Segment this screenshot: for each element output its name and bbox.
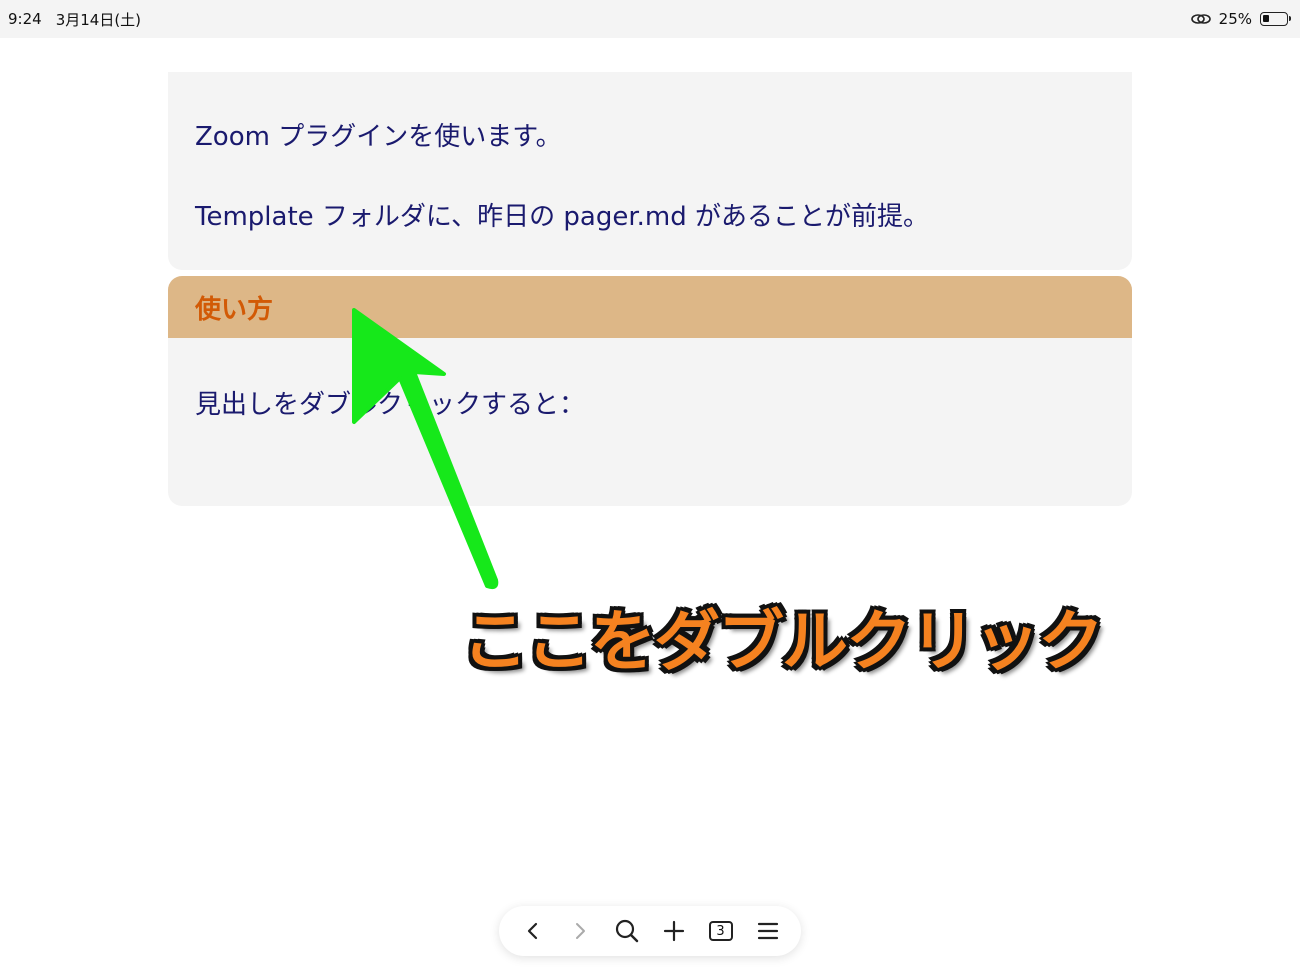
bottom-toolbar: 3: [499, 906, 801, 956]
intro-card: Zoom プラグインを使います。 Template フォルダに、昨日の page…: [168, 72, 1132, 270]
battery-icon: [1260, 12, 1291, 26]
status-left: 9:24 3月14日(土): [8, 9, 141, 30]
section-heading[interactable]: 使い方: [168, 276, 1132, 338]
menu-icon: [757, 922, 778, 940]
plus-icon: [663, 920, 684, 942]
status-bar: 9:24 3月14日(土) 25%: [0, 0, 1300, 38]
chevron-right-icon: [575, 923, 585, 939]
callout-text: ここをダブルクリック: [462, 603, 1104, 680]
status-right: 25%: [1190, 10, 1292, 28]
tabs-button[interactable]: 3: [704, 914, 738, 948]
usage-section-card: 使い方 見出しをダブルクリックすると：: [168, 276, 1132, 506]
search-icon: [615, 919, 638, 943]
add-button[interactable]: [657, 914, 691, 948]
battery-fill: [1263, 15, 1269, 22]
status-date: 3月14日(土): [55, 10, 142, 29]
chevron-left-icon: [527, 922, 537, 940]
section-paragraph: 見出しをダブルクリックすると：: [195, 390, 586, 420]
back-button[interactable]: [516, 914, 550, 948]
intro-paragraph-2: Template フォルダに、昨日の pager.md があることが前提。: [195, 202, 929, 232]
status-time: 9:24: [8, 10, 42, 28]
search-button[interactable]: [610, 914, 644, 948]
link-icon: [1190, 14, 1211, 24]
forward-button[interactable]: [563, 914, 597, 948]
battery-percent: 25%: [1218, 10, 1252, 28]
tab-count-icon: 3: [708, 921, 733, 941]
intro-paragraph-1: Zoom プラグインを使います。: [195, 122, 562, 152]
menu-button[interactable]: [751, 914, 785, 948]
section-heading-label: 使い方: [195, 294, 274, 325]
